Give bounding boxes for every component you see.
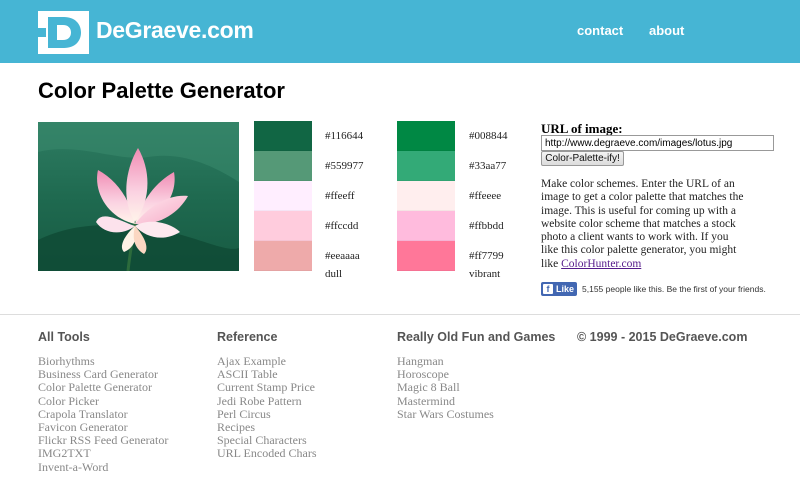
hex-label: #eeaaaa (325, 250, 360, 262)
vibrant-swatch (397, 181, 455, 211)
footer-heading: All Tools (38, 330, 90, 344)
like-count-text: 5,155 people like this. Be the first of … (582, 284, 766, 294)
colorhunter-link[interactable]: ColorHunter.com (561, 258, 641, 270)
dull-swatch (254, 151, 312, 181)
dull-hex-list: #116644 #559977 #ffeeff #ffccdd #eeaaaa (325, 121, 364, 271)
dull-swatch (254, 241, 312, 271)
logo-text[interactable]: DeGraeve.com (96, 17, 254, 44)
dull-swatches (254, 121, 312, 271)
vibrant-swatch (397, 241, 455, 271)
hex-label: #ff7799 (469, 250, 504, 262)
footer-link[interactable]: Invent-a-Word (38, 460, 168, 474)
nav-contact-link[interactable]: contact (577, 23, 623, 38)
footer-all-tools: All Tools Biorhythms Business Card Gener… (38, 330, 168, 474)
site-header: DeGraeve.com contact about (0, 0, 800, 63)
dull-swatch (254, 211, 312, 241)
hex-label: #33aa77 (469, 160, 507, 172)
dull-swatch (254, 181, 312, 211)
vibrant-swatches (397, 121, 455, 271)
vibrant-hex-list: #008844 #33aa77 #ffeeee #ffbbdd #ff7799 (469, 121, 508, 271)
page-title: Color Palette Generator (38, 78, 285, 103)
footer-link[interactable]: IMG2TXT (38, 447, 168, 460)
section-divider (0, 314, 800, 315)
footer-link[interactable]: Current Stamp Price (217, 381, 317, 394)
dull-label: dull (325, 268, 343, 280)
footer-link[interactable]: Star Wars Costumes (397, 407, 555, 421)
nav-about-link[interactable]: about (649, 23, 684, 38)
facebook-like-button[interactable]: f Like (541, 282, 578, 296)
footer-link[interactable]: Color Picker (38, 394, 168, 408)
hex-label: #ffbbdd (469, 220, 504, 232)
footer-games: Really Old Fun and Games Hangman Horosco… (397, 330, 555, 421)
description-text: Make color schemes. Enter the URL of an … (541, 178, 744, 270)
footer-link[interactable]: URL Encoded Chars (217, 447, 317, 460)
hex-label: #116644 (325, 130, 364, 142)
source-image (38, 122, 239, 271)
footer-link[interactable]: Jedi Robe Pattern (217, 394, 317, 408)
footer-heading: Really Old Fun and Games (397, 330, 556, 344)
vibrant-swatch (397, 121, 455, 151)
palette-ify-button[interactable]: Color-Palette-ify! (541, 151, 624, 166)
facebook-like-widget: f Like 5,155 people like this. Be the fi… (541, 282, 766, 296)
hex-label: #ffeeff (325, 190, 355, 202)
vibrant-swatch (397, 151, 455, 181)
footer-link[interactable]: Color Palette Generator (38, 381, 168, 394)
footer-link[interactable]: Mastermind (397, 394, 555, 408)
description: Make color schemes. Enter the URL of an … (541, 178, 747, 271)
like-label: Like (556, 284, 575, 294)
hex-label: #ffccdd (325, 220, 359, 232)
degraeve-logo-icon[interactable] (38, 11, 89, 54)
copyright-text: © 1999 - 2015 DeGraeve.com (577, 330, 748, 344)
facebook-icon: f (543, 284, 553, 294)
url-input[interactable] (541, 135, 774, 151)
footer-reference: Reference Ajax Example ASCII Table Curre… (217, 330, 317, 461)
vibrant-label: vibrant (469, 268, 501, 280)
vibrant-swatch (397, 211, 455, 241)
footer-heading: Reference (217, 330, 278, 344)
hex-label: #ffeeee (469, 190, 502, 202)
hex-label: #008844 (469, 130, 508, 142)
dull-swatch (254, 121, 312, 151)
footer-link[interactable]: Magic 8 Ball (397, 381, 555, 394)
hex-label: #559977 (325, 160, 364, 172)
